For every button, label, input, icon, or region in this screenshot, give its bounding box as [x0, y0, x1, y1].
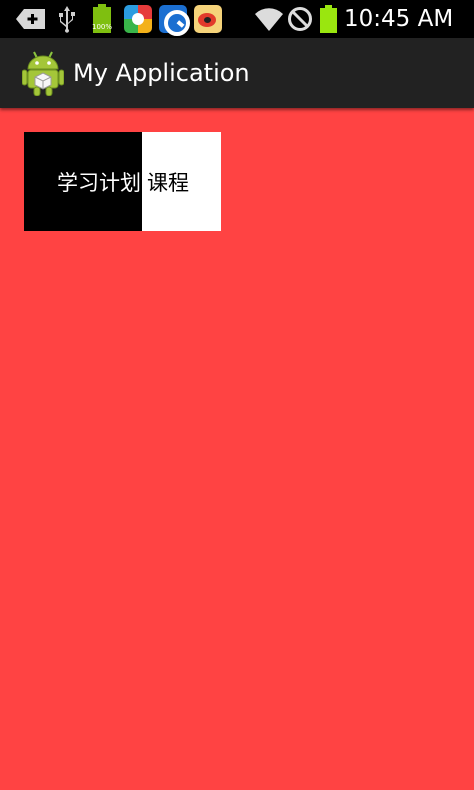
notification-add-icon — [16, 9, 45, 29]
action-bar: My Application — [0, 38, 474, 108]
search-app-icon — [159, 5, 190, 36]
weibo-icon — [194, 5, 222, 33]
battery-icon — [320, 5, 337, 33]
no-signal-icon — [288, 7, 312, 31]
app-title: My Application — [73, 59, 250, 87]
battery-small-icon: 100% — [90, 4, 114, 34]
status-bar: 100% 10:45 AM — [0, 0, 474, 38]
android-icon[interactable] — [22, 50, 64, 96]
usb-icon — [59, 6, 75, 33]
status-time: 10:45 AM — [344, 6, 454, 32]
tab-group: 学习计划 课程 — [24, 132, 221, 231]
tab-study-plan[interactable]: 学习计划 — [24, 132, 142, 231]
tab-course[interactable]: 课程 — [142, 132, 221, 231]
battery-percent: 100% — [91, 23, 112, 31]
wifi-icon — [255, 8, 283, 32]
app-icon — [124, 5, 152, 33]
